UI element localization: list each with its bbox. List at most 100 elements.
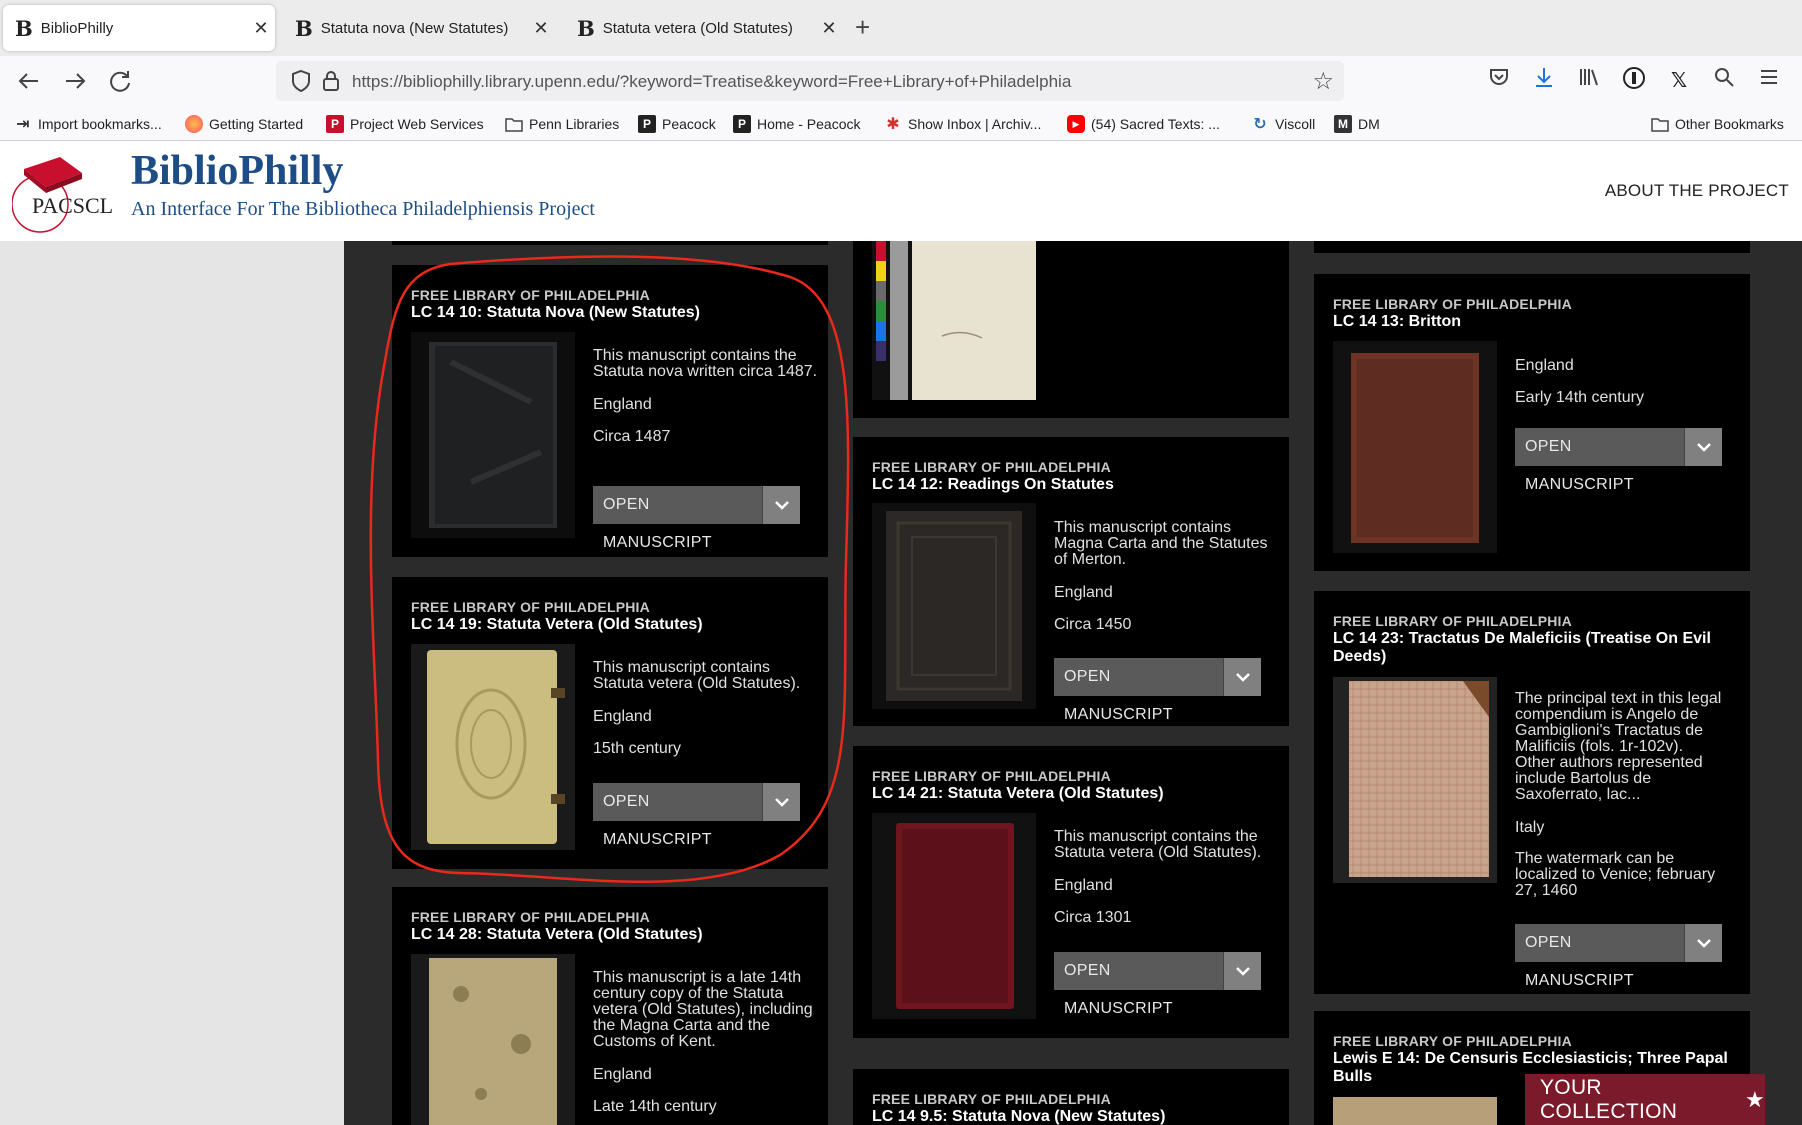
bookmarks-bar: ⇥ Import bookmarks... Getting Started P …: [0, 106, 1802, 141]
about-link[interactable]: ABOUT THE PROJECT: [1605, 181, 1789, 201]
forward-button[interactable]: [60, 66, 90, 96]
card-library: FREE LIBRARY OF PHILADELPHIA: [1333, 1033, 1572, 1049]
results-grid: FREE LIBRARY OF PHILADELPHIA LC 14 10: S…: [344, 241, 1802, 1125]
new-tab-button[interactable]: +: [855, 12, 870, 43]
download-icon[interactable]: [1529, 66, 1559, 96]
lock-icon[interactable]: [320, 69, 342, 93]
card-date: Circa 1450: [1054, 616, 1132, 633]
bookmark-label: Project Web Services: [350, 116, 484, 132]
card-title[interactable]: LC 14 21: Statuta Vetera (Old Statutes): [872, 785, 1164, 803]
card-title[interactable]: LC 14 28: Statuta Vetera (Old Statutes): [411, 926, 703, 944]
bookmark-penn-libraries[interactable]: Penn Libraries: [505, 113, 619, 135]
open-manuscript-button[interactable]: OPEN MANUSCRIPT: [593, 783, 800, 848]
open-manuscript-button[interactable]: OPEN MANUSCRIPT: [1515, 428, 1722, 493]
shield-icon[interactable]: [290, 69, 312, 93]
chevron-down-icon[interactable]: [1223, 952, 1261, 990]
url-bar[interactable]: https://bibliophilly.library.upenn.edu/?…: [276, 61, 1344, 101]
manuscript-cover-image[interactable]: [411, 644, 575, 850]
inbox-icon: ✱: [886, 116, 900, 133]
chevron-down-icon[interactable]: [762, 783, 800, 821]
card-library: FREE LIBRARY OF PHILADELPHIA: [411, 909, 650, 925]
bookmark-peacock[interactable]: P Peacock: [638, 113, 716, 135]
tab-bibliophilly[interactable]: B BiblioPhilly ✕: [3, 5, 275, 51]
card-info: This manuscript contains the Statuta vet…: [1054, 829, 1279, 957]
search-extension-icon[interactable]: [1709, 66, 1739, 96]
bookmark-project-web-services[interactable]: P Project Web Services: [326, 113, 484, 135]
pocket-icon[interactable]: [1484, 66, 1514, 96]
chevron-down-icon[interactable]: [1223, 658, 1261, 696]
bookmark-other[interactable]: Other Bookmarks: [1651, 113, 1784, 135]
open-manuscript-button[interactable]: OPEN MANUSCRIPT: [1054, 952, 1261, 1017]
password-manager-icon[interactable]: [1619, 66, 1649, 96]
card-date: The watermark can be localized to Venice…: [1515, 850, 1716, 899]
manuscript-cover-image[interactable]: [411, 332, 575, 538]
bookmark-sacred-texts[interactable]: ▶ (54) Sacred Texts: ...: [1067, 113, 1220, 135]
back-button[interactable]: [14, 66, 44, 96]
card-partial: [392, 241, 828, 245]
card-title[interactable]: LC 14 12: Readings On Statutes: [872, 476, 1114, 494]
card-info: The principal text in this legal compend…: [1515, 691, 1727, 929]
card-info: This manuscript contains Statuta vetera …: [593, 660, 818, 788]
library-icon[interactable]: [1574, 66, 1604, 96]
bookmark-label: DM: [1358, 116, 1380, 132]
bookmark-dm[interactable]: M DM: [1334, 113, 1380, 135]
reload-button[interactable]: [105, 66, 135, 96]
card-title[interactable]: LC 14 9.5: Statuta Nova (New Statutes): [872, 1108, 1165, 1125]
bookmark-home-peacock[interactable]: P Home - Peacock: [733, 113, 860, 135]
card-description: This manuscript contains the Statuta vet…: [1054, 828, 1262, 861]
chevron-down-icon[interactable]: [1684, 924, 1722, 962]
results-area: FREE LIBRARY OF PHILADELPHIA LC 14 10: S…: [0, 241, 1802, 1125]
bookmark-import[interactable]: ⇥ Import bookmarks...: [14, 113, 161, 135]
bookmark-show-inbox[interactable]: ✱ Show Inbox | Archiv...: [884, 113, 1041, 135]
card-library: FREE LIBRARY OF PHILADELPHIA: [872, 768, 1111, 784]
chevron-down-icon[interactable]: [1684, 428, 1722, 466]
manuscript-cover-image[interactable]: [411, 954, 575, 1125]
manuscript-cover-image[interactable]: [872, 503, 1036, 709]
folder-icon: [1651, 115, 1669, 133]
arrow-left-icon: [18, 73, 38, 89]
pacscl-logo[interactable]: PACSCL: [11, 147, 122, 235]
card-title[interactable]: LC 14 10: Statuta Nova (New Statutes): [411, 304, 700, 322]
site-title[interactable]: BiblioPhilly: [131, 147, 343, 195]
browser-nav-bar: https://bibliophilly.library.upenn.edu/?…: [0, 56, 1802, 106]
manuscript-cover-image[interactable]: [872, 813, 1036, 1019]
card-title[interactable]: LC 14 19: Statuta Vetera (Old Statutes): [411, 616, 703, 634]
peacock-icon: P: [733, 115, 751, 133]
tab-statuta-nova[interactable]: B Statuta nova (New Statutes) ✕: [283, 5, 555, 51]
menu-icon[interactable]: [1754, 66, 1784, 96]
card-title[interactable]: LC 14 23: Tractatus De Maleficiis (Treat…: [1333, 630, 1733, 666]
bibliophilly-favicon-icon: B: [295, 15, 313, 41]
reload-icon: [110, 71, 130, 92]
manuscript-card: FREE LIBRARY OF PHILADELPHIA LC 14 28: S…: [392, 887, 828, 1125]
tab-statuta-vetera[interactable]: B Statuta vetera (Old Statutes) ✕: [565, 5, 843, 51]
open-manuscript-button[interactable]: OPEN MANUSCRIPT: [593, 486, 800, 551]
star-icon[interactable]: ☆: [1312, 67, 1334, 96]
card-description: This manuscript contains the Statuta nov…: [593, 347, 818, 380]
card-partial: [1314, 241, 1750, 253]
card-description: This manuscript contains Statuta vetera …: [593, 659, 801, 692]
chevron-down-icon[interactable]: [762, 486, 800, 524]
zotero-icon[interactable]: 𝕏: [1664, 66, 1694, 96]
url-text[interactable]: https://bibliophilly.library.upenn.edu/?…: [352, 72, 1071, 92]
bookmark-viscoll[interactable]: ↻ Viscoll: [1251, 113, 1315, 135]
bookmark-getting-started[interactable]: Getting Started: [185, 113, 303, 135]
import-icon: ⇥: [16, 116, 30, 133]
your-collection-button[interactable]: YOUR COLLECTION ★: [1525, 1074, 1765, 1125]
bookmark-label: Peacock: [662, 116, 716, 132]
card-date: Circa 1487: [593, 428, 671, 445]
open-manuscript-button[interactable]: OPEN MANUSCRIPT: [1054, 658, 1261, 723]
card-library: FREE LIBRARY OF PHILADELPHIA: [872, 459, 1111, 475]
open-manuscript-button[interactable]: OPEN MANUSCRIPT: [1515, 924, 1722, 989]
manuscript-page-image[interactable]: [872, 241, 1036, 400]
card-library: FREE LIBRARY OF PHILADELPHIA: [411, 599, 650, 615]
manuscript-cover-image[interactable]: [1333, 1097, 1497, 1125]
bookmark-label: Penn Libraries: [529, 116, 620, 132]
manuscript-cover-image[interactable]: [1333, 677, 1497, 883]
close-icon[interactable]: ✕: [247, 18, 275, 39]
close-icon[interactable]: ✕: [527, 18, 555, 39]
youtube-icon: ▶: [1067, 115, 1085, 133]
close-icon[interactable]: ✕: [815, 18, 843, 39]
card-title[interactable]: LC 14 13: Britton: [1333, 313, 1461, 331]
bookmark-label: (54) Sacred Texts: ...: [1091, 116, 1220, 132]
manuscript-cover-image[interactable]: [1333, 341, 1497, 553]
